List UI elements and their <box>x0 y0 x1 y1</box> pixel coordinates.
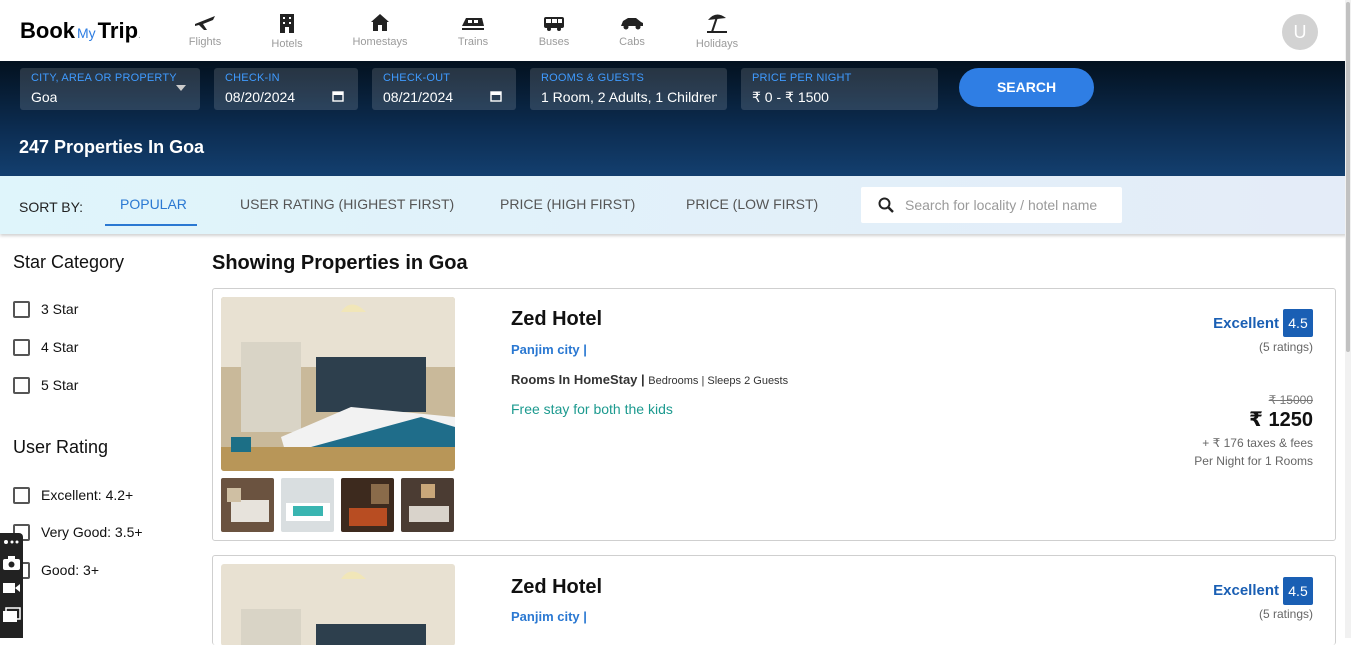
city-field[interactable]: CITY, AREA OR PROPERTY Goa <box>20 68 200 110</box>
calendar-icon[interactable] <box>332 90 344 102</box>
sort-price-high[interactable]: PRICE (HIGH FIRST) <box>500 196 635 212</box>
checkbox-4-star[interactable] <box>13 339 30 356</box>
camera-icon[interactable] <box>2 555 21 571</box>
hotel-main-photo[interactable] <box>221 564 455 645</box>
video-icon[interactable] <box>2 581 21 595</box>
locality-search-box[interactable] <box>861 187 1122 223</box>
dropdown-arrow-icon <box>176 85 186 91</box>
nav-cabs[interactable]: Cabs <box>597 12 667 48</box>
calendar-icon[interactable] <box>490 90 502 102</box>
room-type: Rooms In HomeStay | Bedrooms | Sleeps 2 … <box>511 372 789 387</box>
checkbox-3-star[interactable] <box>13 301 30 318</box>
checkbox-label: Excellent: 4.2+ <box>41 487 134 503</box>
checkbox-label: 4 Star <box>41 339 79 355</box>
checkbox-label: 3 Star <box>41 301 79 317</box>
brand-logo[interactable]: Book MyTrip. <box>20 18 141 44</box>
sort-label: SORT BY: <box>19 199 84 215</box>
scrollbar-thumb[interactable] <box>1346 2 1350 352</box>
nav-trains[interactable]: Trains <box>438 12 508 48</box>
hotel-thumbnail[interactable] <box>341 478 394 532</box>
checkbox-excellent[interactable] <box>13 487 30 504</box>
checkbox-label: 5 Star <box>41 377 79 393</box>
taxes-fees: + ₹ 176 taxes & fees <box>1202 436 1313 450</box>
per-night-note: Per Night for 1 Rooms <box>1194 454 1313 468</box>
checkbox-label: Good: 3+ <box>41 562 99 578</box>
checkout-field[interactable]: CHECK-OUT 08/21/2024 <box>372 68 516 110</box>
hotel-card[interactable]: Zed Hotel Panjim city | Excellent 4.5 (5… <box>212 555 1336 645</box>
rating-text: Excellent <box>1213 315 1279 332</box>
search-button[interactable]: SEARCH <box>959 68 1094 107</box>
checkin-field[interactable]: CHECK-IN 08/20/2024 <box>214 68 358 110</box>
sort-bar: SORT BY: POPULAR USER RATING (HIGHEST FI… <box>0 176 1347 234</box>
original-price: ₹ 15000 <box>1268 393 1313 407</box>
rating-badge: 4.5 <box>1283 309 1313 337</box>
bus-icon <box>544 17 564 31</box>
floating-capture-toolbar <box>0 533 23 638</box>
nav-flights[interactable]: Flights <box>170 12 240 48</box>
active-sort-indicator <box>105 224 197 226</box>
search-icon <box>878 197 894 213</box>
hotel-thumbnail[interactable] <box>221 478 274 532</box>
hotel-name[interactable]: Zed Hotel <box>511 576 602 599</box>
user-avatar[interactable]: U <box>1282 14 1318 50</box>
hotel-card[interactable]: Zed Hotel Panjim city | Rooms In HomeSta… <box>212 288 1336 541</box>
user-rating-title: User Rating <box>13 437 109 457</box>
nav-hotels[interactable]: Hotels <box>252 12 322 50</box>
train-icon <box>462 18 484 30</box>
nav-holidays[interactable]: Holidays <box>682 12 752 50</box>
nav-buses[interactable]: Buses <box>519 12 589 48</box>
rating-count: (5 ratings) <box>1258 607 1313 621</box>
checkbox-5-star[interactable] <box>13 377 30 394</box>
search-panel: CITY, AREA OR PROPERTY Goa CHECK-IN 08/2… <box>0 61 1347 176</box>
hotel-name[interactable]: Zed Hotel <box>511 308 602 331</box>
rating-text: Excellent <box>1213 582 1279 599</box>
car-icon <box>621 18 643 30</box>
hotel-thumbnail[interactable] <box>401 478 454 532</box>
results-count: 247 Properties In Goa <box>19 137 205 157</box>
star-category-title: Star Category <box>13 252 125 272</box>
hotel-thumbnail[interactable] <box>281 478 334 532</box>
rating-badge: 4.5 <box>1283 577 1313 605</box>
top-navbar: Book MyTrip. Flights Hotels Homestays Tra… <box>0 0 1345 61</box>
rating-count: (5 ratings) <box>1258 340 1313 354</box>
rooms-guests-field[interactable]: ROOMS & GUESTS 1 Room, 2 Adults, 1 Child… <box>530 68 727 110</box>
offer-text: Free stay for both the kids <box>511 401 673 417</box>
beach-umbrella-icon <box>707 14 727 33</box>
window-capture-icon[interactable] <box>2 607 21 623</box>
sort-price-low[interactable]: PRICE (LOW FIRST) <box>686 196 818 212</box>
house-icon <box>371 14 389 31</box>
options-icon[interactable] <box>3 538 21 546</box>
sort-user-rating[interactable]: USER RATING (HIGHEST FIRST) <box>240 196 454 212</box>
hotel-building-icon <box>280 14 294 33</box>
sort-popular[interactable]: POPULAR <box>120 196 187 212</box>
price-per-night-field[interactable]: PRICE PER NIGHT ₹ 0 - ₹ 1500 <box>741 68 938 110</box>
price: ₹ 1250 <box>1249 409 1313 431</box>
results-heading: Showing Properties in Goa <box>212 252 468 274</box>
plane-icon <box>195 16 215 30</box>
hotel-city[interactable]: Panjim city | <box>511 609 587 624</box>
checkbox-label: Very Good: 3.5+ <box>41 524 143 540</box>
locality-search-input[interactable] <box>905 195 1115 215</box>
hotel-main-photo[interactable] <box>221 297 455 471</box>
hotel-city[interactable]: Panjim city | <box>511 342 587 357</box>
nav-homestays[interactable]: Homestays <box>345 12 415 48</box>
